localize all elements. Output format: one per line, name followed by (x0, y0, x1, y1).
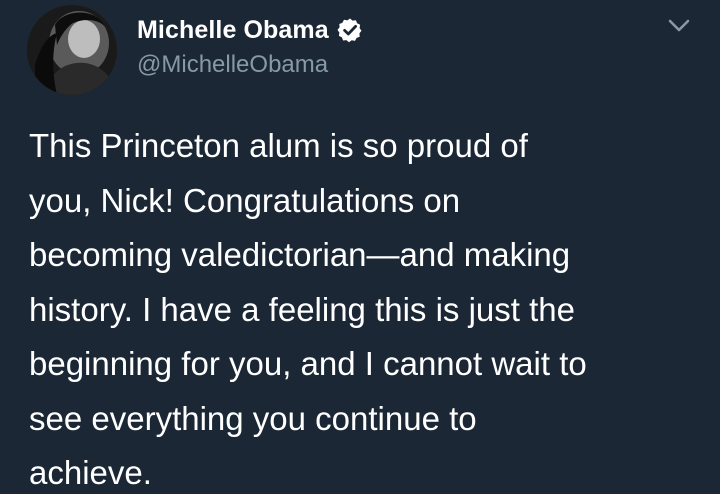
tweet-card: Michelle Obama @MichelleObama This Princ… (0, 0, 720, 494)
avatar[interactable] (27, 5, 117, 95)
author-name-row: Michelle Obama (137, 13, 363, 47)
tweet-text: This Princeton alum is so proud of you, … (29, 127, 587, 491)
tweet-menu-button[interactable] (665, 16, 693, 36)
handle[interactable]: @MichelleObama (137, 51, 328, 79)
display-name[interactable]: Michelle Obama (137, 16, 329, 45)
chevron-down-icon (668, 19, 690, 32)
verified-badge-icon (337, 17, 363, 43)
avatar-image (27, 5, 117, 95)
